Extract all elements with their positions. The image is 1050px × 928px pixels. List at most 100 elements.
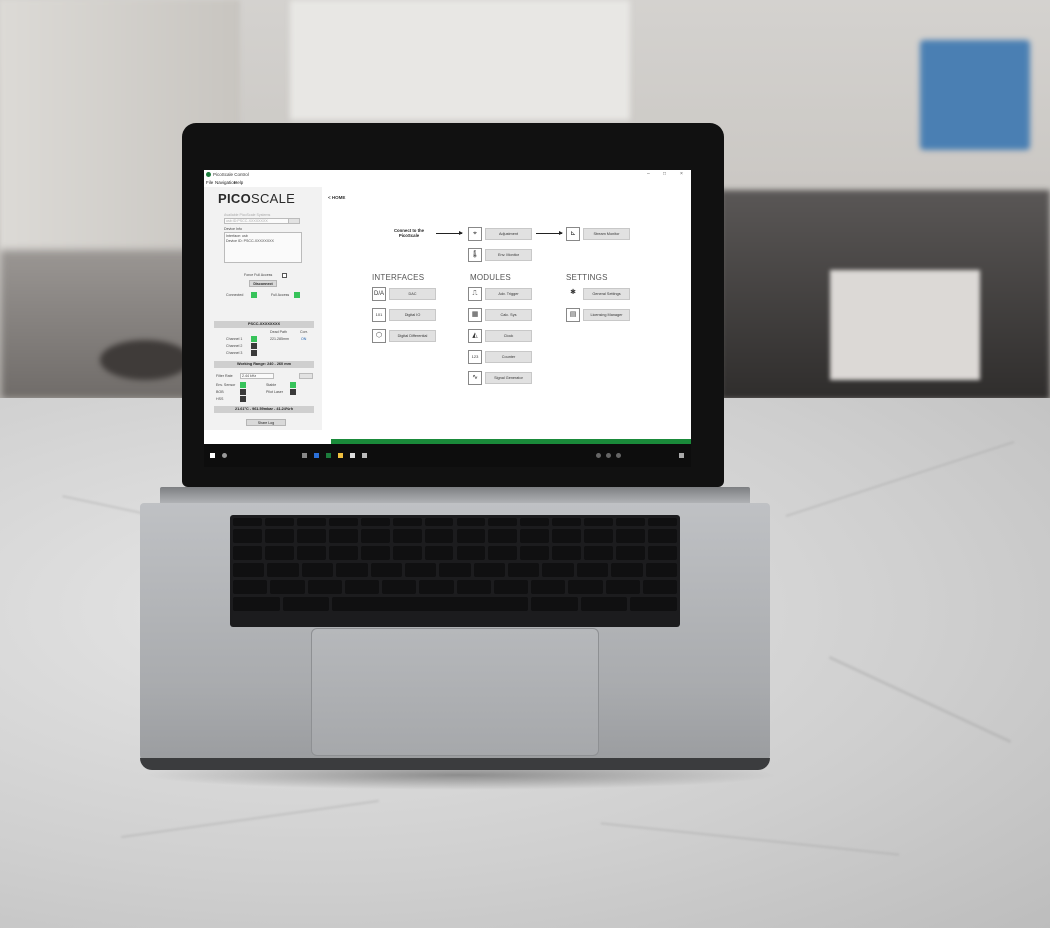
force-full-access-label: Force Full Access bbox=[244, 273, 273, 277]
trigger-icon: ⎍ bbox=[468, 287, 482, 301]
keyboard-key bbox=[424, 518, 454, 526]
available-systems-label: Available PicoScale Systems bbox=[224, 213, 271, 217]
filter-rate-select[interactable]: 2.44 kHz bbox=[240, 373, 274, 379]
keyboard-key bbox=[552, 518, 582, 526]
keyboard-key bbox=[616, 546, 646, 560]
keyboard-key bbox=[542, 563, 574, 577]
app-icon bbox=[206, 172, 211, 177]
taskbar-app-icon[interactable] bbox=[362, 453, 367, 458]
keyboard-key bbox=[233, 563, 265, 577]
keyboard-key bbox=[336, 563, 368, 577]
device-id-bar: PSCC-XXXXXXXX bbox=[214, 321, 314, 328]
keyboard-key bbox=[580, 597, 628, 611]
keyboard-key bbox=[296, 518, 326, 526]
channel-1-corr[interactable]: ON bbox=[301, 337, 306, 341]
maximize-button[interactable]: □ bbox=[663, 171, 666, 177]
lab-bench bbox=[0, 250, 200, 400]
keyboard-key bbox=[616, 529, 646, 543]
taskbar-app-icon[interactable] bbox=[302, 453, 307, 458]
keyboard-key bbox=[531, 580, 566, 594]
tray-icon[interactable] bbox=[606, 453, 611, 458]
keyboard-key bbox=[282, 597, 330, 611]
keyboard-key bbox=[611, 563, 643, 577]
binary-icon: 101 bbox=[372, 308, 386, 322]
keyboard-key bbox=[264, 518, 294, 526]
keyboard-key bbox=[233, 518, 262, 526]
windows-start-icon[interactable] bbox=[210, 453, 215, 458]
keyboard-key bbox=[630, 597, 677, 611]
keyboard-key bbox=[584, 518, 614, 526]
keyboard-key bbox=[404, 563, 437, 577]
device-info-box: Interface: usb Device ID: PSCC-XXXXXXXX bbox=[224, 232, 302, 263]
working-range-bar: Working Range: 240 - 260 mm bbox=[214, 361, 314, 368]
channel-2-indicator bbox=[251, 343, 257, 349]
keyboard-key bbox=[233, 597, 280, 611]
settings-heading: SETTINGS bbox=[566, 273, 608, 282]
keyboard-key bbox=[520, 546, 550, 560]
keyboard-key bbox=[520, 529, 550, 543]
keyboard-key bbox=[264, 546, 294, 560]
keyboard-key bbox=[648, 518, 677, 526]
channel-3-indicator bbox=[251, 350, 257, 356]
keyboard-key bbox=[392, 529, 422, 543]
dac-icon: D/A bbox=[372, 287, 386, 301]
menu-help[interactable]: Help bbox=[234, 180, 243, 185]
metronome-icon: ◭ bbox=[468, 329, 482, 343]
corr-header: Corr. bbox=[300, 330, 308, 334]
keyboard-key bbox=[296, 546, 326, 560]
close-button[interactable]: × bbox=[680, 171, 683, 177]
crosshair-icon: ⌖ bbox=[468, 227, 482, 241]
thermometer-icon: 🌡 bbox=[468, 248, 482, 262]
keyboard-key bbox=[328, 518, 358, 526]
taskbar-app-icon[interactable] bbox=[314, 453, 319, 458]
keyboard-key bbox=[648, 529, 677, 543]
stool bbox=[100, 340, 190, 380]
search-icon[interactable] bbox=[222, 453, 227, 458]
taskbar-app-icon[interactable] bbox=[338, 453, 343, 458]
keyboard bbox=[230, 515, 680, 627]
dead-path-header: Dead Path bbox=[270, 330, 287, 334]
force-full-access-checkbox[interactable] bbox=[282, 273, 287, 278]
keyboard-key bbox=[328, 546, 358, 560]
keyboard-key bbox=[605, 580, 640, 594]
trackpad bbox=[311, 628, 599, 756]
keyboard-key bbox=[233, 580, 268, 594]
keyboard-key bbox=[456, 580, 491, 594]
keyboard-key bbox=[439, 563, 471, 577]
stable-label: Stable bbox=[266, 383, 277, 387]
channel-1-label: Channel 1 bbox=[226, 337, 243, 341]
keyboard-key bbox=[296, 529, 326, 543]
notification-icon[interactable] bbox=[679, 453, 684, 458]
counter-icon: 123 bbox=[468, 350, 482, 364]
pilot-laser-indicator bbox=[290, 389, 296, 395]
keyboard-key bbox=[392, 518, 422, 526]
taskbar-app-icon[interactable] bbox=[350, 453, 355, 458]
keyboard-key bbox=[493, 580, 528, 594]
window-title: PicoScale Control bbox=[213, 172, 249, 177]
license-icon: ▤ bbox=[566, 308, 580, 322]
env-readout: 21.61°C - 961.59mbar - 41.24%rh bbox=[214, 406, 314, 413]
env-sensor-label: Env. Sensor bbox=[216, 383, 236, 387]
keyboard-key bbox=[264, 529, 294, 543]
keyboard-key bbox=[392, 546, 422, 560]
keyboard-key bbox=[531, 597, 578, 611]
keyboard-key bbox=[488, 518, 518, 526]
channel-1-indicator bbox=[251, 336, 257, 342]
full-access-indicator bbox=[294, 292, 300, 298]
minimize-button[interactable]: – bbox=[647, 171, 650, 177]
keyboard-key bbox=[382, 580, 417, 594]
tray-icon[interactable] bbox=[596, 453, 601, 458]
menu-file[interactable]: File bbox=[206, 180, 213, 185]
share-log-button[interactable]: Share Log bbox=[246, 419, 286, 426]
filter-apply-button[interactable] bbox=[299, 373, 313, 379]
keyboard-key bbox=[473, 563, 506, 577]
channel-2-label: Channel 2 bbox=[226, 344, 243, 348]
tray-icon[interactable] bbox=[616, 453, 621, 458]
keyboard-key bbox=[520, 518, 550, 526]
keyboard-key bbox=[360, 529, 390, 543]
refresh-button[interactable] bbox=[288, 218, 300, 224]
home-link[interactable]: < HOME bbox=[328, 195, 345, 200]
keyboard-key bbox=[645, 563, 677, 577]
disconnect-button[interactable]: Disconnect bbox=[249, 280, 277, 287]
taskbar-app-icon[interactable] bbox=[326, 453, 331, 458]
